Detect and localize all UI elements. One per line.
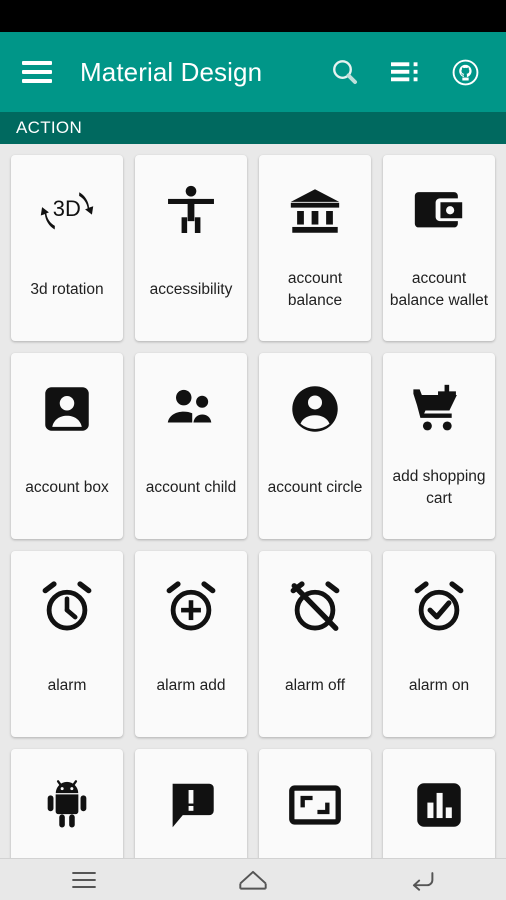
grid-item-aspect-ratio[interactable]: aspect ratio [259, 749, 371, 858]
account-circle-icon [279, 373, 351, 445]
section-header: ACTION [0, 112, 506, 144]
section-header-label: ACTION [16, 118, 83, 137]
assessment-icon [403, 769, 475, 841]
home-button[interactable] [221, 862, 285, 898]
grid-item-label: announceme [139, 841, 243, 858]
grid-item-assessment[interactable]: assessment [383, 749, 495, 858]
grid-item-label: account circle [267, 479, 363, 497]
grid-item-label: accessibility [149, 281, 233, 299]
grid-item-alarm[interactable]: alarm [11, 551, 123, 737]
account-box-icon [31, 373, 103, 445]
grid-item-alarm-off[interactable]: alarm off [259, 551, 371, 737]
search-icon[interactable] [328, 55, 362, 89]
grid-item-account-balance-wallet[interactable]: account balance wallet [383, 155, 495, 341]
grid-item-label: assessment [387, 841, 491, 858]
grid-item-accessibility[interactable]: accessibility [135, 155, 247, 341]
3d-rotation-icon: 3D [31, 175, 103, 247]
svg-text:3D: 3D [53, 196, 81, 221]
github-icon[interactable] [448, 55, 482, 89]
grid-item-label: account child [145, 479, 237, 497]
grid-item-label: alarm on [408, 677, 470, 695]
grid-item-android[interactable]: android [11, 749, 123, 858]
toolbar-actions [328, 55, 482, 89]
grid-item-alarm-on[interactable]: alarm on [383, 551, 495, 737]
sort-list-icon[interactable] [388, 55, 422, 89]
grid-item-label: android [15, 841, 119, 858]
grid-item-alarm-add[interactable]: alarm add [135, 551, 247, 737]
system-navigation-bar [0, 858, 506, 900]
account-child-icon [155, 373, 227, 445]
grid-item-3d-rotation[interactable]: 3D 3d rotation [11, 155, 123, 341]
grid-item-label: 3d rotation [30, 281, 104, 299]
app-toolbar: Material Design [0, 32, 506, 112]
grid-item-label: account balance wallet [389, 270, 489, 309]
aspect-ratio-icon [279, 769, 351, 841]
grid-item-account-balance[interactable]: account balance [259, 155, 371, 341]
alarm-on-icon [403, 571, 475, 643]
grid-item-label: account balance [287, 270, 343, 309]
grid-item-label: alarm [47, 677, 87, 695]
page-title: Material Design [80, 56, 263, 87]
grid-item-label: add shopping cart [392, 468, 486, 507]
grid-item-add-shopping-cart[interactable]: add shopping cart [383, 353, 495, 539]
recents-button[interactable] [52, 862, 116, 898]
grid-item-label: aspect ratio [263, 841, 367, 858]
icon-grid: 3D 3d rotation accessibility account bal… [0, 150, 506, 858]
grid-item-account-box[interactable]: account box [11, 353, 123, 539]
status-bar [0, 0, 506, 32]
alarm-off-icon [279, 571, 351, 643]
account-balance-icon [279, 175, 351, 247]
account-balance-wallet-icon [403, 175, 475, 247]
icon-grid-scroll[interactable]: 3D 3d rotation accessibility account bal… [0, 144, 506, 858]
grid-item-account-circle[interactable]: account circle [259, 353, 371, 539]
app-root: Material Design ACTION 3D 3d rotation ac… [0, 0, 506, 900]
grid-item-announcement[interactable]: announceme [135, 749, 247, 858]
add-shopping-cart-icon [403, 373, 475, 445]
grid-item-account-child[interactable]: account child [135, 353, 247, 539]
grid-item-label: alarm off [284, 677, 346, 695]
grid-item-label: alarm add [156, 677, 226, 695]
grid-item-label: account box [25, 479, 109, 497]
android-icon [31, 769, 103, 841]
back-button[interactable] [390, 862, 454, 898]
alarm-icon [31, 571, 103, 643]
accessibility-icon [155, 175, 227, 247]
announcement-icon [155, 769, 227, 841]
hamburger-icon[interactable] [22, 61, 52, 83]
alarm-add-icon [155, 571, 227, 643]
